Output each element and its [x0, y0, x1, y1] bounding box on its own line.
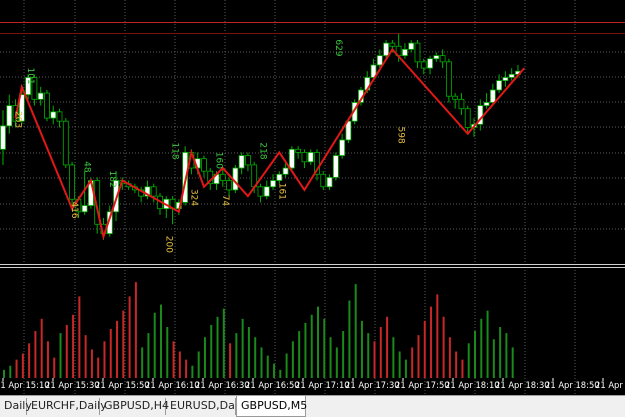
candle-body: [44, 92, 50, 119]
candle-body: [332, 155, 339, 178]
window-separator: [0, 264, 625, 268]
candle-body: [50, 111, 57, 119]
candle-body: [37, 92, 44, 100]
zigzag-label: 200: [163, 236, 173, 253]
chart-tab[interactable]: Daily: [0, 398, 32, 415]
chart-tab[interactable]: GBPUSD,M5: [236, 396, 307, 417]
candle-body: [496, 80, 503, 91]
candle-body: [150, 186, 157, 197]
zigzag-label: 324: [188, 189, 198, 206]
candle-body: [0, 125, 6, 150]
time-label: 21 Apr 16:50: [245, 380, 300, 390]
zigzag-label: 118: [170, 142, 180, 159]
candle-body: [326, 177, 333, 188]
candle-body: [219, 173, 226, 181]
zigzag-label: 48: [82, 161, 92, 173]
candle-body: [458, 98, 465, 110]
candle-body: [427, 58, 433, 69]
time-label: 21 Apr 18:30: [495, 380, 550, 390]
candle-body: [502, 77, 509, 81]
candle-body: [376, 55, 383, 66]
zigzag-label: 160: [214, 152, 224, 169]
candle-body: [433, 55, 440, 60]
candle-body: [6, 105, 13, 127]
candle-body: [389, 42, 396, 47]
chart-tabs-bar: Daily EURCHF,Daily GBPUSD,H4 EURUSD,Daily GB…: [0, 395, 625, 417]
time-label: 21 Apr 15:10: [0, 380, 50, 390]
candle-body: [339, 139, 346, 156]
candle-body: [69, 164, 75, 200]
candle-body: [508, 73, 515, 78]
chart-top-lines: [0, 22, 625, 34]
time-label: 21 Apr 18:10: [445, 380, 500, 390]
time-label: 21 Apr 17:50: [395, 380, 450, 390]
chart-tab[interactable]: GBPUSD,H4: [100, 398, 169, 415]
time-label: 21 Apr 16:30: [195, 380, 250, 390]
zigzag-label: 74: [220, 195, 230, 207]
zigzag-label: 203: [13, 111, 23, 128]
candle-body: [62, 120, 69, 166]
candle-body: [81, 205, 88, 213]
candle-body: [307, 152, 314, 163]
volume-histogram: [3, 282, 514, 378]
candle-body: [245, 155, 251, 166]
candle-body: [56, 111, 63, 122]
time-label: 21 Apr 17:30: [345, 380, 400, 390]
candle-body: [489, 89, 496, 103]
price-chart[interactable]: 203 101 416 48 182 200 118 324 160 74 218 161 629 598…: [0, 0, 625, 395]
candle-body: [201, 158, 207, 172]
candle-body: [452, 95, 459, 100]
chart-tab[interactable]: EURUSD,Daily: [166, 398, 247, 415]
candle-body: [464, 108, 471, 128]
zigzag-label: 161: [276, 183, 286, 200]
zigzag-labels: 203 101 416 48 182 200 118 324 160 74 218 161 629 598: [13, 39, 406, 253]
candle-body: [276, 173, 283, 181]
zigzag-label: 416: [69, 201, 79, 218]
time-label: 21 Apr 15:50: [95, 380, 150, 390]
candle-body: [420, 61, 427, 69]
candle-body: [445, 61, 452, 97]
zigzag-label: 218: [257, 142, 267, 159]
candle-body: [301, 152, 308, 163]
time-label: 21 Apr 19:10: [595, 380, 625, 390]
candle-body: [483, 102, 490, 106]
candle-body: [320, 173, 327, 188]
time-label: 21 Apr 18:50: [545, 380, 600, 390]
time-label: 21 Apr 16:10: [145, 380, 200, 390]
candle-body: [282, 167, 289, 175]
zigzag-label: 598: [396, 127, 406, 144]
candle-body: [383, 42, 389, 57]
candle-body: [270, 180, 276, 188]
candle-body: [288, 148, 295, 169]
chart-tab[interactable]: EURCHF,Daily: [27, 398, 107, 415]
candle-body: [295, 148, 302, 153]
zigzag-label: 101: [25, 67, 35, 84]
time-label: 21 Apr 17:10: [295, 380, 350, 390]
candle-body: [439, 55, 446, 63]
candle-body: [408, 42, 415, 50]
candle-body: [238, 155, 245, 169]
time-axis: 21 Apr 15:1021 Apr 15:3021 Apr 15:5021 A…: [0, 378, 625, 390]
zigzag-label: 182: [107, 171, 117, 188]
candle-body: [263, 186, 270, 197]
candle-body: [414, 42, 421, 63]
candle-body: [402, 48, 408, 57]
candle-body: [226, 180, 232, 191]
zigzag-label: 629: [333, 39, 343, 56]
time-label: 21 Apr 15:30: [45, 380, 100, 390]
candle-body: [257, 186, 264, 197]
